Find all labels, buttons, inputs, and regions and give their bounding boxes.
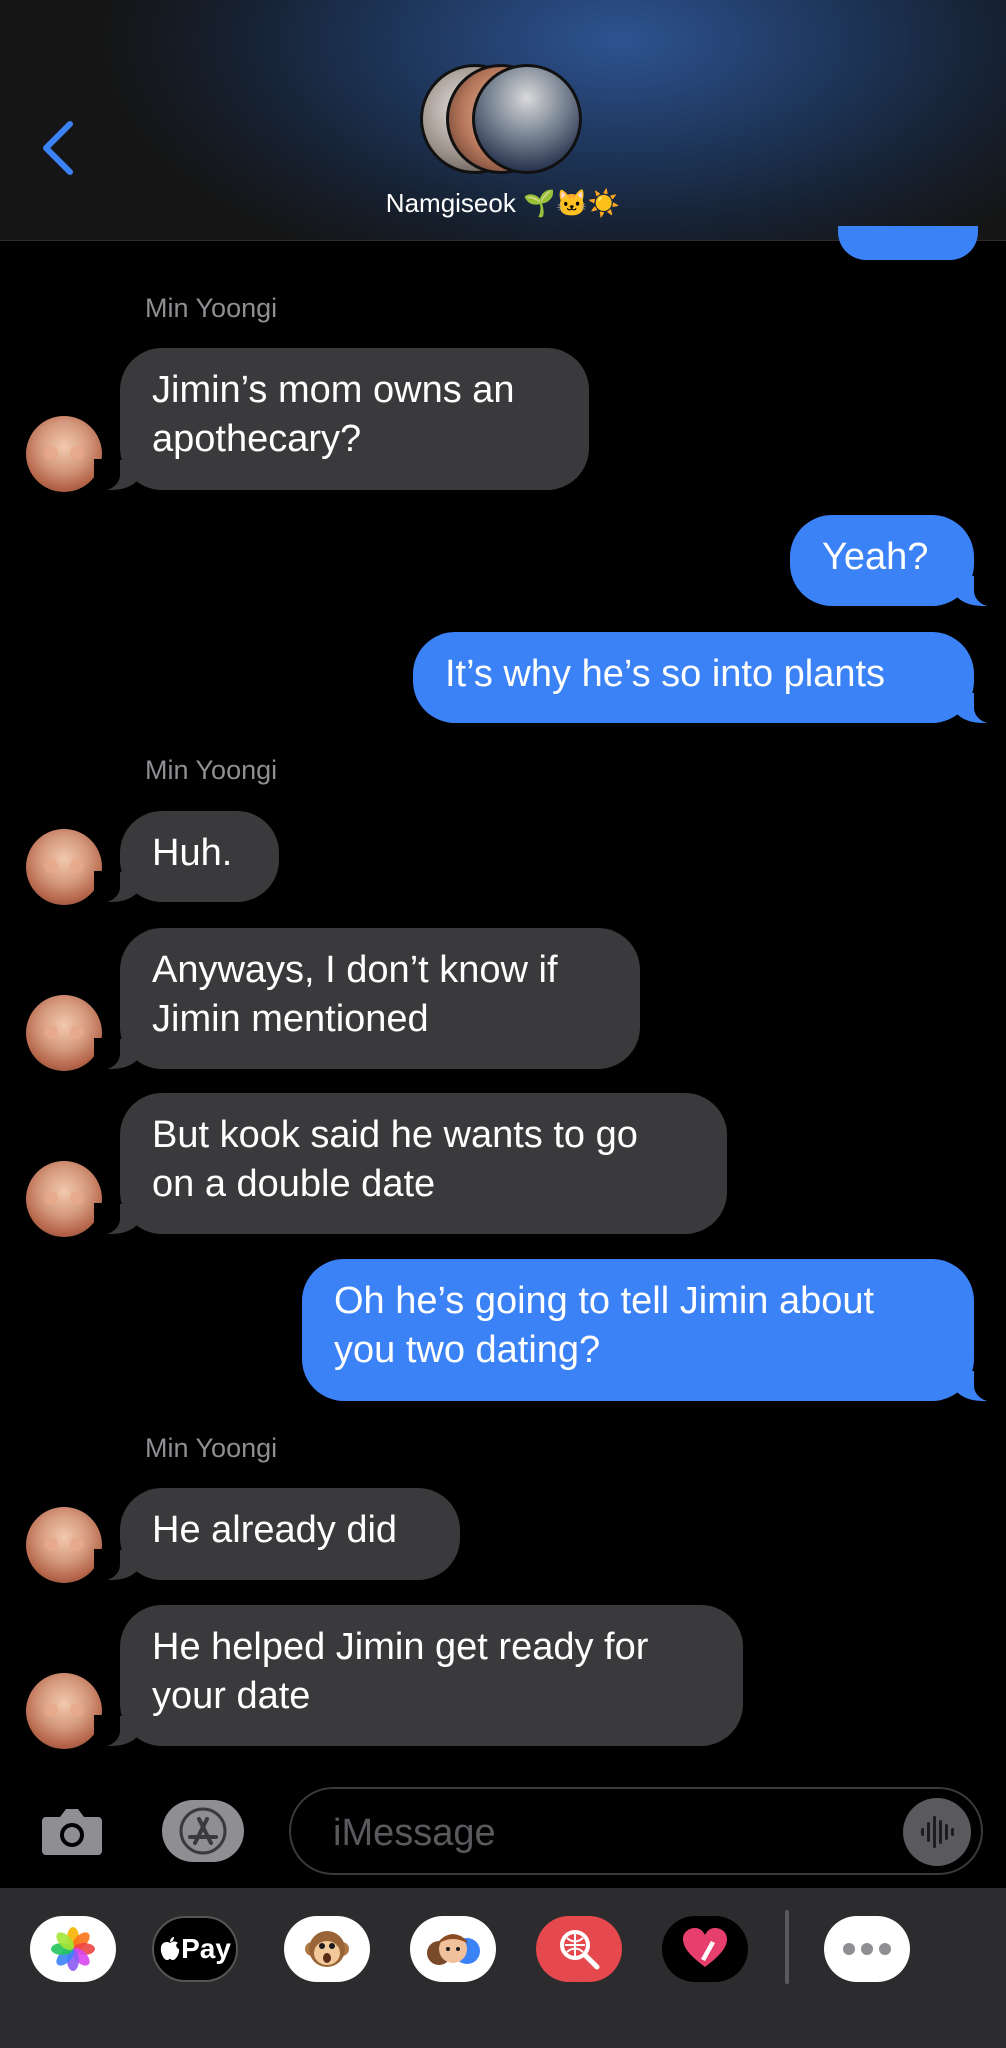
incoming-message-bubble[interactable]: He already did bbox=[94, 1488, 460, 1581]
drawer-divider bbox=[785, 1910, 789, 1984]
incoming-message-bubble[interactable]: Huh. bbox=[94, 811, 279, 903]
message-input-field[interactable] bbox=[289, 1787, 983, 1875]
message-line: Jimin’s mom owns an bbox=[152, 369, 515, 411]
outgoing-message-bubble[interactable]: It’s why he’s so into plants bbox=[413, 632, 1000, 724]
sender-avatar[interactable] bbox=[26, 1673, 102, 1749]
sunglasses-icon bbox=[44, 1537, 84, 1551]
photos-app-button[interactable] bbox=[30, 1916, 116, 1982]
incoming-message-bubble[interactable]: But kook said he wants to go on a double… bbox=[94, 1093, 727, 1235]
apple-pay-button[interactable]: Pay bbox=[152, 1916, 238, 1982]
message-line: Jimin mentioned bbox=[152, 998, 429, 1040]
group-member-avatar bbox=[472, 64, 582, 174]
sender-avatar[interactable] bbox=[26, 416, 102, 492]
apple-pay-label: Pay bbox=[181, 1933, 231, 1964]
message-line: Oh he’s going to tell Jimin about bbox=[334, 1280, 875, 1322]
camera-icon[interactable] bbox=[40, 1803, 104, 1857]
message-line: He helped Jimin get ready for bbox=[152, 1626, 649, 1668]
message-line: It’s why he’s so into plants bbox=[445, 653, 886, 695]
incoming-message-bubble[interactable]: Anyways, I don’t know if Jimin mentioned bbox=[94, 928, 640, 1070]
app-drawer: Pay bbox=[0, 1888, 1006, 2048]
sunglasses-icon bbox=[44, 446, 84, 460]
message-line: Yeah? bbox=[822, 536, 929, 578]
animoji-app-button[interactable] bbox=[284, 1916, 370, 1982]
sunglasses-icon bbox=[44, 859, 84, 873]
group-avatar[interactable] bbox=[420, 62, 590, 174]
message-line: He already did bbox=[152, 1509, 398, 1551]
contact-name[interactable]: Namgiseok 🌱🐱☀️ bbox=[0, 188, 1006, 219]
message-line: on a double date bbox=[152, 1163, 436, 1205]
sunglasses-icon bbox=[44, 1703, 84, 1717]
audio-record-button[interactable] bbox=[903, 1798, 971, 1866]
waveform-icon bbox=[921, 1816, 954, 1848]
sunglasses-icon bbox=[44, 1025, 84, 1039]
memoji-icon bbox=[427, 1934, 480, 1965]
incoming-message-bubble[interactable]: Jimin’s mom owns an apothecary? bbox=[94, 348, 589, 491]
message-input[interactable] bbox=[331, 1807, 875, 1859]
image-search-app-button[interactable] bbox=[536, 1916, 622, 1982]
sender-avatar[interactable] bbox=[26, 1161, 102, 1237]
sender-avatar[interactable] bbox=[26, 1507, 102, 1583]
animoji-icon bbox=[305, 1931, 349, 1967]
incoming-message-bubble[interactable]: He helped Jimin get ready for your date bbox=[94, 1605, 743, 1747]
message-line: apothecary? bbox=[152, 418, 362, 460]
digital-touch-app-button[interactable] bbox=[662, 1916, 748, 1982]
sender-name: Min Yoongi bbox=[145, 1433, 278, 1463]
conversation-header: Namgiseok 🌱🐱☀️ bbox=[0, 0, 1006, 241]
digital-touch-icon bbox=[683, 1928, 727, 1967]
previous-outgoing-bubble bbox=[838, 226, 978, 260]
more-icon bbox=[843, 1943, 891, 1955]
apple-logo-icon bbox=[160, 1937, 180, 1960]
outgoing-message-bubble[interactable]: Yeah? bbox=[790, 515, 1000, 607]
sender-name: Min Yoongi bbox=[145, 755, 278, 785]
outgoing-message-bubble[interactable]: Oh he’s going to tell Jimin about you tw… bbox=[302, 1259, 1000, 1402]
message-line: But kook said he wants to go bbox=[152, 1114, 638, 1156]
sender-avatar[interactable] bbox=[26, 995, 102, 1071]
sender-name: Min Yoongi bbox=[145, 293, 278, 323]
app-store-button[interactable] bbox=[162, 1800, 244, 1862]
message-line: Huh. bbox=[152, 832, 233, 874]
image-search-icon bbox=[560, 1930, 600, 1970]
back-chevron-icon[interactable] bbox=[36, 118, 80, 178]
photos-icon bbox=[51, 1927, 95, 1971]
more-apps-button[interactable] bbox=[824, 1916, 910, 1982]
compose-bar bbox=[0, 1775, 1006, 1888]
message-line: Anyways, I don’t know if bbox=[152, 949, 558, 991]
sunglasses-icon bbox=[44, 1191, 84, 1205]
app-store-icon bbox=[179, 1807, 227, 1855]
sender-avatar[interactable] bbox=[26, 829, 102, 905]
message-line: your date bbox=[152, 1675, 311, 1717]
message-line: you two dating? bbox=[334, 1329, 601, 1371]
memoji-app-button[interactable] bbox=[410, 1916, 496, 1982]
